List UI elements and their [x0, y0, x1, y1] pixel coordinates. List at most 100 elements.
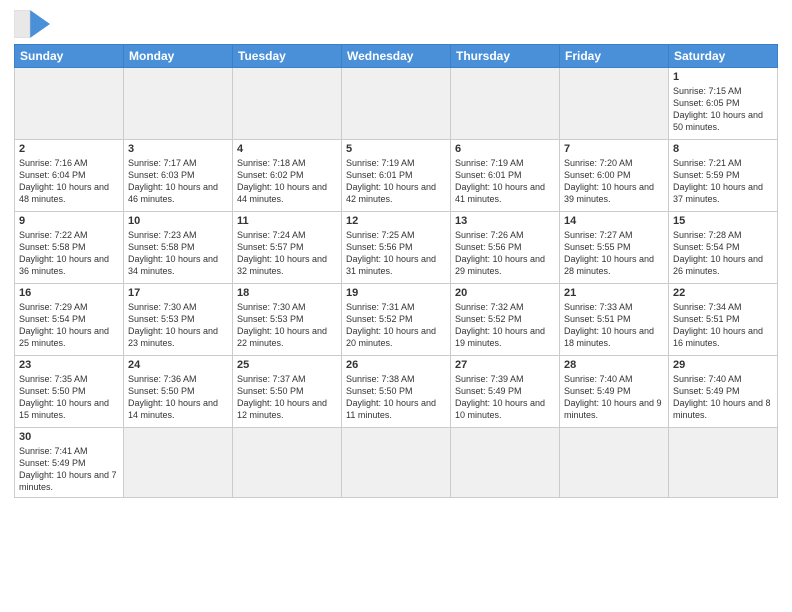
day-number: 30 — [19, 431, 119, 443]
calendar-cell — [669, 428, 778, 498]
day-info: Sunrise: 7:18 AM Sunset: 6:02 PM Dayligh… — [237, 157, 337, 206]
day-number: 4 — [237, 143, 337, 155]
calendar-row-2: 2Sunrise: 7:16 AM Sunset: 6:04 PM Daylig… — [15, 140, 778, 212]
day-number: 10 — [128, 215, 228, 227]
day-number: 16 — [19, 287, 119, 299]
calendar-cell: 1 Sunrise: 7:15 AM Sunset: 6:05 PM Daylig… — [669, 68, 778, 140]
calendar-cell — [342, 68, 451, 140]
calendar-cell: 14Sunrise: 7:27 AM Sunset: 5:55 PM Dayli… — [560, 212, 669, 284]
day-number: 9 — [19, 215, 119, 227]
day-number: 17 — [128, 287, 228, 299]
day-number: 2 — [19, 143, 119, 155]
day-info: Sunrise: 7:19 AM Sunset: 6:01 PM Dayligh… — [455, 157, 555, 206]
day-number: 5 — [346, 143, 446, 155]
calendar-cell: 15 Sunrise: 7:28 AM Sunset: 5:54 PM Dayli… — [669, 212, 778, 284]
day-number: 23 — [19, 359, 119, 371]
day-info: Sunrise: 7:15 AM Sunset: 6:05 PM Dayligh… — [673, 85, 773, 134]
day-number: 15 — [673, 215, 773, 227]
calendar-cell: 11Sunrise: 7:24 AM Sunset: 5:57 PM Dayli… — [233, 212, 342, 284]
day-info: Sunrise: 7:26 AM Sunset: 5:56 PM Dayligh… — [455, 229, 555, 278]
calendar-cell: 25Sunrise: 7:37 AM Sunset: 5:50 PM Dayli… — [233, 356, 342, 428]
day-info: Sunrise: 7:30 AM Sunset: 5:53 PM Dayligh… — [128, 301, 228, 350]
day-info: Sunrise: 7:36 AM Sunset: 5:50 PM Dayligh… — [128, 373, 228, 422]
calendar-row-4: 16 Sunrise: 7:29 AM Sunset: 5:54 PM Dayli… — [15, 284, 778, 356]
day-number: 20 — [455, 287, 555, 299]
day-number: 14 — [564, 215, 664, 227]
day-number: 28 — [564, 359, 664, 371]
day-number: 1 — [673, 71, 773, 83]
calendar-row-3: 9 Sunrise: 7:22 AM Sunset: 5:58 PM Daylig… — [15, 212, 778, 284]
calendar-cell — [124, 68, 233, 140]
col-thursday: Thursday — [451, 45, 560, 68]
day-info: Sunrise: 7:39 AM Sunset: 5:49 PM Dayligh… — [455, 373, 555, 422]
calendar-cell: 18 Sunrise: 7:30 AM Sunset: 5:53 PM Dayli… — [233, 284, 342, 356]
day-info: Sunrise: 7:23 AM Sunset: 5:58 PM Dayligh… — [128, 229, 228, 278]
calendar-cell: 5Sunrise: 7:19 AM Sunset: 6:01 PM Daylig… — [342, 140, 451, 212]
calendar-cell — [233, 428, 342, 498]
day-number: 26 — [346, 359, 446, 371]
day-number: 29 — [673, 359, 773, 371]
col-tuesday: Tuesday — [233, 45, 342, 68]
day-info: Sunrise: 7:41 AM Sunset: 5:49 PM Dayligh… — [19, 445, 119, 494]
day-info: Sunrise: 7:35 AM Sunset: 5:50 PM Dayligh… — [19, 373, 119, 422]
day-info: Sunrise: 7:20 AM Sunset: 6:00 PM Dayligh… — [564, 157, 664, 206]
calendar-row-1: 1 Sunrise: 7:15 AM Sunset: 6:05 PM Daylig… — [15, 68, 778, 140]
day-number: 24 — [128, 359, 228, 371]
calendar-cell: 10 Sunrise: 7:23 AM Sunset: 5:58 PM Dayli… — [124, 212, 233, 284]
weekday-header-row: Sunday Monday Tuesday Wednesday Thursday… — [15, 45, 778, 68]
calendar-cell — [560, 68, 669, 140]
day-number: 8 — [673, 143, 773, 155]
calendar-cell: 12 Sunrise: 7:25 AM Sunset: 5:56 PM Dayli… — [342, 212, 451, 284]
calendar-cell: 9 Sunrise: 7:22 AM Sunset: 5:58 PM Daylig… — [15, 212, 124, 284]
day-number: 3 — [128, 143, 228, 155]
day-number: 22 — [673, 287, 773, 299]
header — [14, 10, 778, 38]
calendar-cell: 30 Sunrise: 7:41 AM Sunset: 5:49 PM Dayli… — [15, 428, 124, 498]
calendar-cell: 27Sunrise: 7:39 AM Sunset: 5:49 PM Dayli… — [451, 356, 560, 428]
calendar-cell — [451, 428, 560, 498]
day-number: 19 — [346, 287, 446, 299]
day-info: Sunrise: 7:29 AM Sunset: 5:54 PM Dayligh… — [19, 301, 119, 350]
calendar-cell — [233, 68, 342, 140]
day-info: Sunrise: 7:37 AM Sunset: 5:50 PM Dayligh… — [237, 373, 337, 422]
day-info: Sunrise: 7:40 AM Sunset: 5:49 PM Dayligh… — [673, 373, 773, 422]
calendar-cell: 8 Sunrise: 7:21 AM Sunset: 5:59 PM Daylig… — [669, 140, 778, 212]
calendar-cell: 13Sunrise: 7:26 AM Sunset: 5:56 PM Dayli… — [451, 212, 560, 284]
calendar-cell: 29 Sunrise: 7:40 AM Sunset: 5:49 PM Dayli… — [669, 356, 778, 428]
calendar-cell: 6 Sunrise: 7:19 AM Sunset: 6:01 PM Daylig… — [451, 140, 560, 212]
day-number: 12 — [346, 215, 446, 227]
day-info: Sunrise: 7:22 AM Sunset: 5:58 PM Dayligh… — [19, 229, 119, 278]
day-info: Sunrise: 7:30 AM Sunset: 5:53 PM Dayligh… — [237, 301, 337, 350]
day-info: Sunrise: 7:38 AM Sunset: 5:50 PM Dayligh… — [346, 373, 446, 422]
day-info: Sunrise: 7:33 AM Sunset: 5:51 PM Dayligh… — [564, 301, 664, 350]
calendar-cell: 23 Sunrise: 7:35 AM Sunset: 5:50 PM Dayli… — [15, 356, 124, 428]
col-monday: Monday — [124, 45, 233, 68]
day-info: Sunrise: 7:40 AM Sunset: 5:49 PM Dayligh… — [564, 373, 664, 422]
day-number: 21 — [564, 287, 664, 299]
calendar-cell — [560, 428, 669, 498]
col-saturday: Saturday — [669, 45, 778, 68]
calendar-cell: 26 Sunrise: 7:38 AM Sunset: 5:50 PM Dayli… — [342, 356, 451, 428]
calendar-cell: 24 Sunrise: 7:36 AM Sunset: 5:50 PM Dayli… — [124, 356, 233, 428]
day-number: 6 — [455, 143, 555, 155]
calendar-cell: 17 Sunrise: 7:30 AM Sunset: 5:53 PM Dayli… — [124, 284, 233, 356]
calendar-row-6: 30 Sunrise: 7:41 AM Sunset: 5:49 PM Dayli… — [15, 428, 778, 498]
calendar-cell: 20Sunrise: 7:32 AM Sunset: 5:52 PM Dayli… — [451, 284, 560, 356]
col-sunday: Sunday — [15, 45, 124, 68]
calendar-cell — [451, 68, 560, 140]
logo — [14, 10, 54, 38]
col-wednesday: Wednesday — [342, 45, 451, 68]
day-number: 7 — [564, 143, 664, 155]
page: Sunday Monday Tuesday Wednesday Thursday… — [0, 0, 792, 612]
calendar-cell: 19Sunrise: 7:31 AM Sunset: 5:52 PM Dayli… — [342, 284, 451, 356]
day-number: 11 — [237, 215, 337, 227]
calendar-cell: 28 Sunrise: 7:40 AM Sunset: 5:49 PM Dayli… — [560, 356, 669, 428]
calendar-cell — [124, 428, 233, 498]
day-number: 18 — [237, 287, 337, 299]
day-info: Sunrise: 7:21 AM Sunset: 5:59 PM Dayligh… — [673, 157, 773, 206]
day-info: Sunrise: 7:34 AM Sunset: 5:51 PM Dayligh… — [673, 301, 773, 350]
day-info: Sunrise: 7:25 AM Sunset: 5:56 PM Dayligh… — [346, 229, 446, 278]
day-info: Sunrise: 7:28 AM Sunset: 5:54 PM Dayligh… — [673, 229, 773, 278]
calendar-cell: 4 Sunrise: 7:18 AM Sunset: 6:02 PM Daylig… — [233, 140, 342, 212]
calendar-cell: 3Sunrise: 7:17 AM Sunset: 6:03 PM Daylig… — [124, 140, 233, 212]
